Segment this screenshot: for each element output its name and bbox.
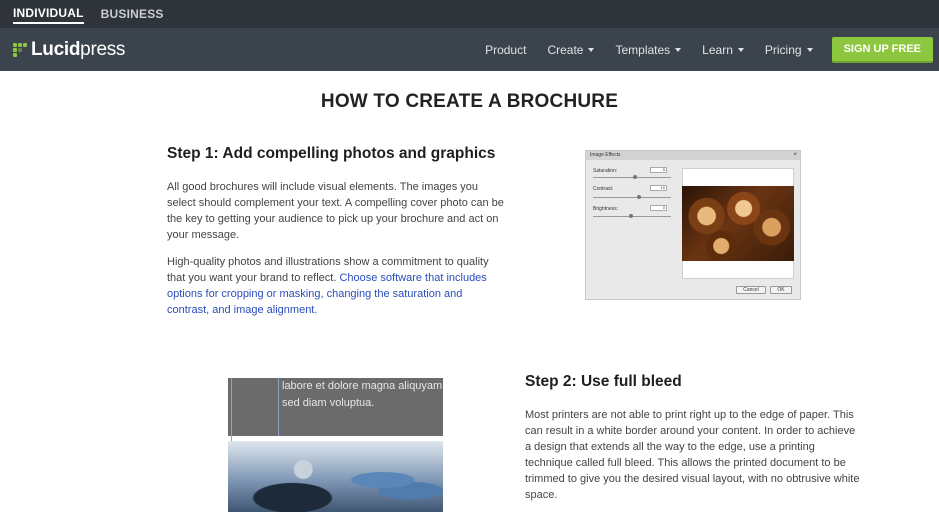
nav-item-product[interactable]: Product [485, 43, 526, 57]
tab-business[interactable]: BUSINESS [101, 5, 164, 23]
lucidpress-logo[interactable]: Lucidpress [13, 39, 125, 61]
close-icon: × [793, 152, 797, 158]
saturation-slider-knob [633, 175, 637, 179]
dialog-title: Image Effects × [586, 151, 800, 160]
bleed-sample-text: labore et dolore magna aliquyam e sed di… [282, 380, 443, 409]
step1-section: Step 1: Add compelling photos and graphi… [167, 145, 507, 329]
step1-heading: Step 1: Add compelling photos and graphi… [167, 145, 496, 162]
nav-item-pricing[interactable]: Pricing [765, 43, 813, 57]
step2-section: Step 2: Use full bleed Most printers are… [525, 373, 860, 514]
brightness-value: 0 [650, 205, 667, 211]
contrast-value: 10 [650, 185, 667, 191]
audience-switcher: INDIVIDUAL BUSINESS [0, 0, 939, 28]
living-room-photo [228, 441, 443, 512]
lucidpress-logo-icon [13, 42, 27, 57]
chevron-down-icon [588, 47, 595, 52]
wine-barrels-photo [682, 186, 794, 261]
nav-item-learn[interactable]: Learn [702, 43, 744, 57]
saturation-slider [593, 177, 671, 178]
step1-paragraph-1: All good brochures will include visual e… [167, 181, 504, 241]
full-bleed-sample-image: labore et dolore magna aliquyam e sed di… [228, 378, 443, 512]
chevron-down-icon [675, 47, 682, 52]
nav-menu: Product Create Templates Learn Pricing S… [464, 36, 939, 63]
chevron-down-icon [737, 47, 744, 52]
contrast-label: Contrast: [593, 186, 614, 192]
chevron-down-icon [806, 47, 813, 52]
brightness-label: Brightness: [593, 206, 619, 212]
logo-wordmark: Lucidpress [31, 38, 126, 60]
nav-item-templates[interactable]: Templates [615, 43, 682, 57]
brightness-slider-knob [629, 214, 633, 218]
image-effects-dialog-screenshot: Image Effects × Saturation: 5 Contrast: 1… [585, 150, 801, 300]
margin-guide-line [278, 378, 279, 436]
ok-button: OK [770, 286, 792, 294]
contrast-slider-knob [637, 195, 641, 199]
main-navbar: Lucidpress Product Create Templates Lear… [0, 28, 939, 71]
tab-individual[interactable]: INDIVIDUAL [13, 4, 84, 24]
step1-paragraph-2: High-quality photos and illustrations sh… [167, 256, 489, 316]
nav-item-create[interactable]: Create [547, 43, 595, 57]
contrast-slider [593, 197, 671, 198]
saturation-value: 5 [650, 167, 667, 173]
step2-paragraph-1: Most printers are not able to print righ… [525, 409, 860, 501]
step2-heading: Step 2: Use full bleed [525, 373, 682, 390]
cancel-button: Cancel [736, 286, 766, 294]
page-title: HOW TO CREATE A BROCHURE [320, 91, 619, 112]
saturation-label: Saturation: [593, 168, 618, 174]
sign-up-button[interactable]: SIGN UP FREE [831, 36, 933, 63]
